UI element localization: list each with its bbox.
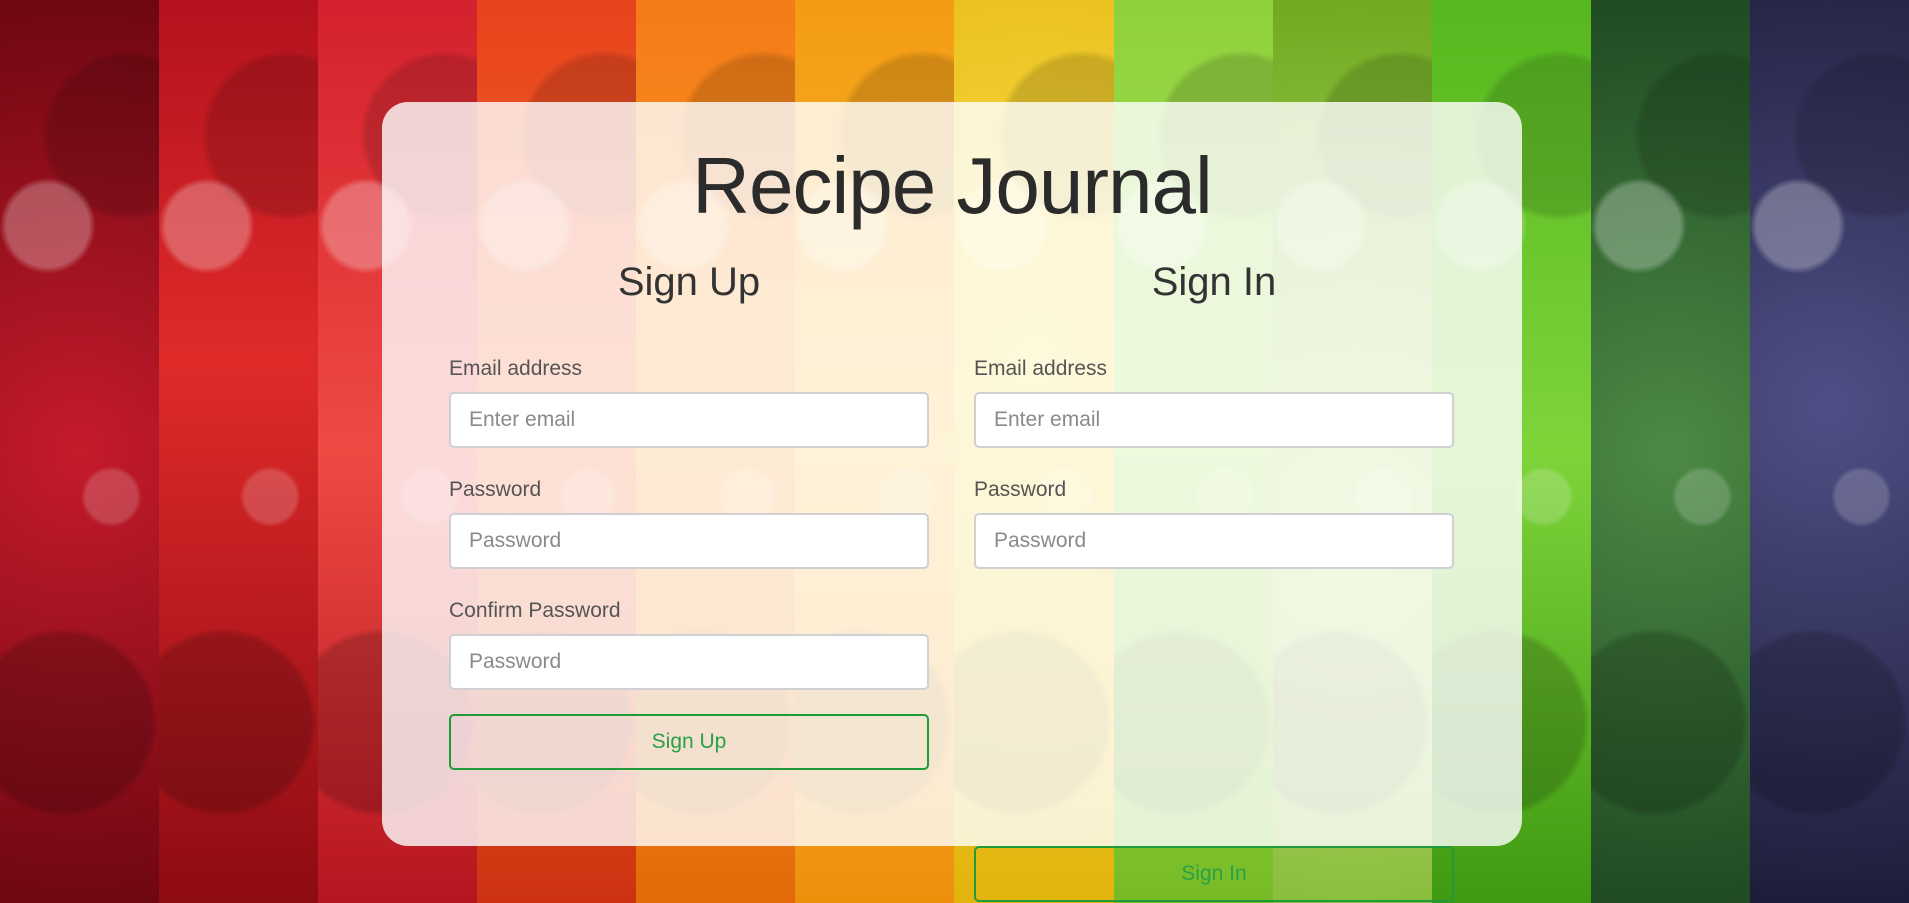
signin-button[interactable]: Sign In (974, 846, 1454, 902)
signup-button[interactable]: Sign Up (449, 714, 929, 770)
signup-password-input[interactable] (449, 513, 929, 569)
signup-form: Sign Up Email address Password Confirm P… (449, 258, 929, 770)
signin-password-label: Password (974, 478, 1067, 501)
signup-email-input[interactable] (449, 392, 929, 448)
signup-password-label: Password (449, 478, 542, 501)
pomegranate-stripe (0, 0, 160, 903)
signup-email-label: Email address (449, 357, 583, 380)
signup-confirm-password-label: Confirm Password (449, 599, 621, 622)
signin-email-input[interactable] (974, 392, 1454, 448)
signup-heading: Sign Up (617, 260, 761, 304)
plum-stripe (1749, 0, 1909, 903)
auth-card: Recipe Journal Sign Up Email address Pas… (382, 102, 1522, 902)
signin-heading: Sign In (1151, 260, 1277, 304)
signup-confirm-password-input[interactable] (449, 634, 929, 690)
broccoli-stripe (1590, 0, 1750, 903)
app-title: Recipe Journal (692, 141, 1213, 230)
signin-password-input[interactable] (974, 513, 1454, 569)
signin-form: Sign In Email address Password Sign In (974, 258, 1454, 902)
signin-email-label: Email address (974, 357, 1108, 380)
cherry-stripe (159, 0, 319, 903)
